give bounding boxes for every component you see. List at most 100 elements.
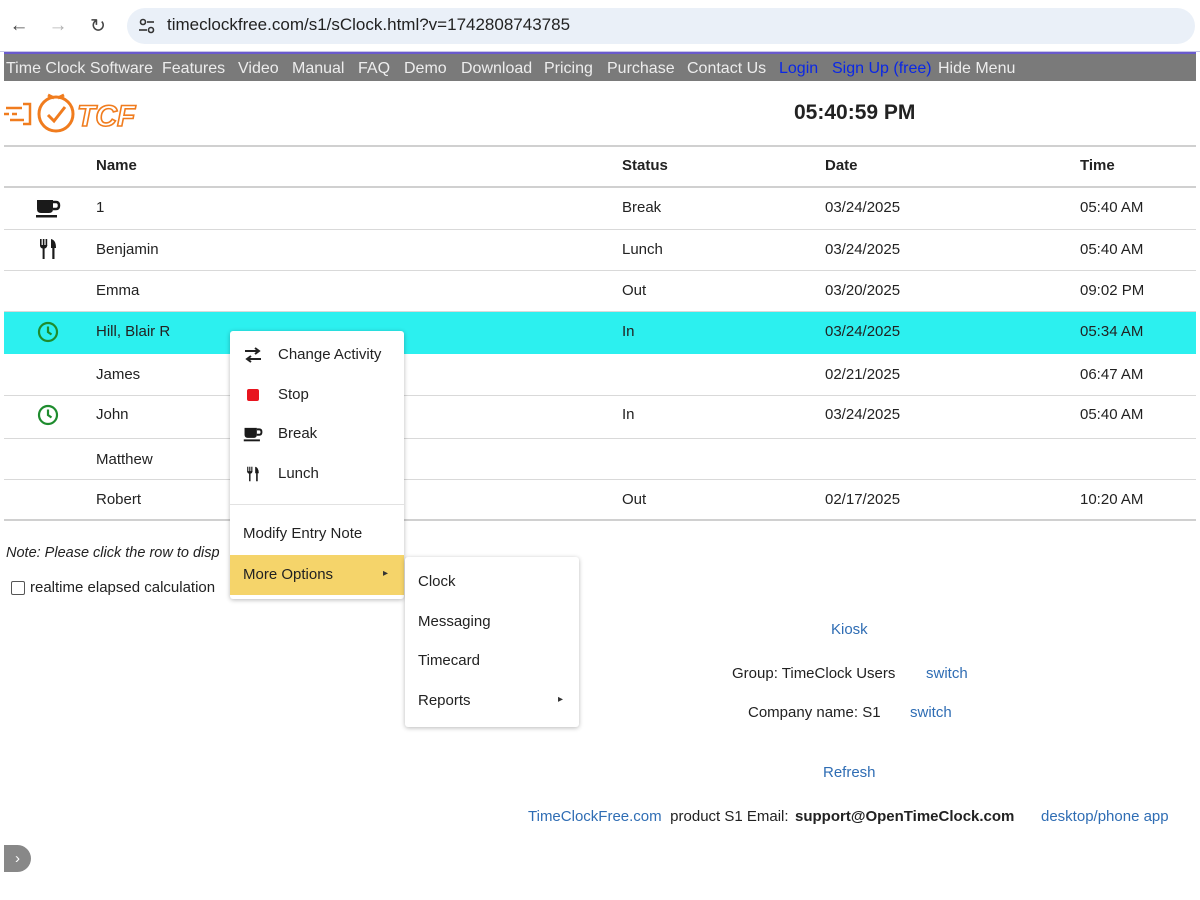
menu-item-sign-up[interactable]: Sign Up (free) xyxy=(832,60,932,78)
menu-item-features[interactable]: Features xyxy=(162,60,225,78)
swap-arrows-icon xyxy=(242,344,264,366)
submenu-item-reports[interactable]: Reports ▸ xyxy=(405,681,579,721)
context-item-label: Break xyxy=(278,425,318,442)
row-date: 02/21/2025 xyxy=(825,366,901,383)
menu-item-hide-menu[interactable]: Hide Menu xyxy=(938,60,1015,78)
menu-item-login[interactable]: Login xyxy=(779,60,818,78)
reload-icon[interactable]: ↻ xyxy=(84,12,112,40)
realtime-elapsed-option[interactable]: realtime elapsed calculation xyxy=(11,579,215,596)
support-email: support@OpenTimeClock.com xyxy=(795,808,1015,825)
row-status: In xyxy=(622,323,635,340)
table-row[interactable]: John In 03/24/2025 05:40 AM xyxy=(4,396,1196,438)
table-row[interactable]: Benjamin Lunch 03/24/2025 05:40 AM xyxy=(4,230,1196,270)
stop-icon xyxy=(242,384,264,406)
row-name: Emma xyxy=(96,282,140,299)
menu-item-contact-us[interactable]: Contact Us xyxy=(687,60,766,78)
row-status: Out xyxy=(622,282,647,299)
submenu-item-timecard[interactable]: Timecard xyxy=(405,641,579,681)
menu-item-demo[interactable]: Demo xyxy=(404,60,447,78)
menu-item-faq[interactable]: FAQ xyxy=(358,60,390,78)
kiosk-link[interactable]: Kiosk xyxy=(831,621,868,638)
context-item-label: Stop xyxy=(278,386,309,403)
menu-item-download[interactable]: Download xyxy=(461,60,532,78)
sidebar-toggle-chevron-right-icon[interactable]: › xyxy=(4,845,31,872)
row-name: Benjamin xyxy=(96,241,159,258)
site-settings-icon[interactable] xyxy=(136,15,158,37)
menu-item-time-clock-software[interactable]: Time Clock Software xyxy=(6,60,153,78)
group-label: Group: TimeClock Users xyxy=(732,665,896,682)
submenu-arrow-icon: ▸ xyxy=(382,568,388,579)
row-time: 05:40 AM xyxy=(1080,241,1144,258)
context-item-label: Change Activity xyxy=(278,346,382,363)
row-status: Break xyxy=(622,199,662,216)
row-name: John xyxy=(96,406,129,423)
context-item-label: Lunch xyxy=(278,465,319,482)
url-text[interactable]: timeclockfree.com/s1/sClock.html?v=17428… xyxy=(167,15,570,35)
menu-item-video[interactable]: Video xyxy=(238,60,279,78)
row-name: Hill, Blair R xyxy=(96,323,171,340)
context-item-lunch[interactable]: Lunch xyxy=(230,454,404,494)
clock-icon xyxy=(34,320,62,344)
row-name: Robert xyxy=(96,491,142,508)
submenu-item-label: Reports xyxy=(418,692,471,709)
table-top-border xyxy=(4,145,1196,147)
row-date: 03/24/2025 xyxy=(825,241,901,258)
desktop-phone-app-link[interactable]: desktop/phone app xyxy=(1041,808,1169,825)
clock-icon xyxy=(34,403,62,427)
menu-item-purchase[interactable]: Purchase xyxy=(607,60,675,78)
realtime-checkbox[interactable] xyxy=(11,580,25,595)
forward-arrow-icon[interactable]: → xyxy=(44,12,72,40)
row-time: 05:34 AM xyxy=(1080,323,1144,340)
submenu-item-messaging[interactable]: Messaging xyxy=(405,602,579,642)
table-row[interactable]: Emma Out 03/20/2025 09:02 PM xyxy=(4,271,1196,311)
column-header-status: Status xyxy=(622,157,668,174)
submenu-item-label: Clock xyxy=(418,573,456,590)
top-navigation-menu: Time Clock Software Features Video Manua… xyxy=(4,52,1196,81)
utensils-icon xyxy=(242,463,264,485)
row-time: 06:47 AM xyxy=(1080,366,1144,383)
company-switch-link[interactable]: switch xyxy=(910,704,952,721)
timeclockfree-link[interactable]: TimeClockFree.com xyxy=(528,808,662,825)
row-name: James xyxy=(96,366,141,383)
instruction-note: Note: Please click the row to disp xyxy=(6,545,220,561)
column-header-date: Date xyxy=(825,157,858,174)
row-time: 05:40 AM xyxy=(1080,199,1144,216)
coffee-icon xyxy=(34,196,62,220)
row-date: 03/20/2025 xyxy=(825,282,901,299)
utensils-icon xyxy=(34,237,62,261)
table-row[interactable]: Robert Out 02/17/2025 10:20 AM xyxy=(4,480,1196,520)
realtime-label[interactable]: realtime elapsed calculation xyxy=(30,579,215,596)
table-row[interactable]: James 02/21/2025 06:47 AM xyxy=(4,355,1196,395)
submenu-arrow-icon: ▸ xyxy=(557,694,563,705)
row-status: Lunch xyxy=(622,241,663,258)
context-item-label: More Options xyxy=(243,566,334,583)
coffee-icon xyxy=(242,423,264,445)
row-name: 1 xyxy=(96,199,105,216)
menu-item-manual[interactable]: Manual xyxy=(292,60,344,78)
row-time: 09:02 PM xyxy=(1080,282,1145,299)
submenu-item-clock[interactable]: Clock xyxy=(405,562,579,602)
tcf-logo[interactable]: TCF xyxy=(4,92,144,136)
context-item-break[interactable]: Break xyxy=(230,414,404,454)
row-date: 02/17/2025 xyxy=(825,491,901,508)
row-context-menu: Change Activity Stop Break Lunch Modify … xyxy=(230,331,404,599)
row-time: 10:20 AM xyxy=(1080,491,1144,508)
more-options-submenu: Clock Messaging Timecard Reports ▸ xyxy=(405,557,579,727)
row-status: In xyxy=(622,406,635,423)
table-row[interactable]: 1 Break 03/24/2025 05:40 AM xyxy=(4,188,1196,229)
submenu-item-label: Timecard xyxy=(418,652,480,669)
table-row[interactable]: Matthew xyxy=(4,439,1196,479)
group-switch-link[interactable]: switch xyxy=(926,665,968,682)
back-arrow-icon[interactable]: ← xyxy=(5,12,33,40)
context-item-more-options[interactable]: More Options ▸ xyxy=(230,555,404,595)
menu-item-pricing[interactable]: Pricing xyxy=(544,60,593,78)
refresh-link[interactable]: Refresh xyxy=(823,764,876,781)
row-date: 03/24/2025 xyxy=(825,323,901,340)
product-text: product S1 Email: xyxy=(666,808,793,825)
context-item-change-activity[interactable]: Change Activity xyxy=(230,335,404,375)
row-date: 03/24/2025 xyxy=(825,199,901,216)
context-item-stop[interactable]: Stop xyxy=(230,375,404,415)
row-date: 03/24/2025 xyxy=(825,406,901,423)
table-row-selected[interactable]: Hill, Blair R In 03/24/2025 05:34 AM xyxy=(4,312,1196,354)
context-item-modify-entry-note[interactable]: Modify Entry Note xyxy=(230,514,404,554)
